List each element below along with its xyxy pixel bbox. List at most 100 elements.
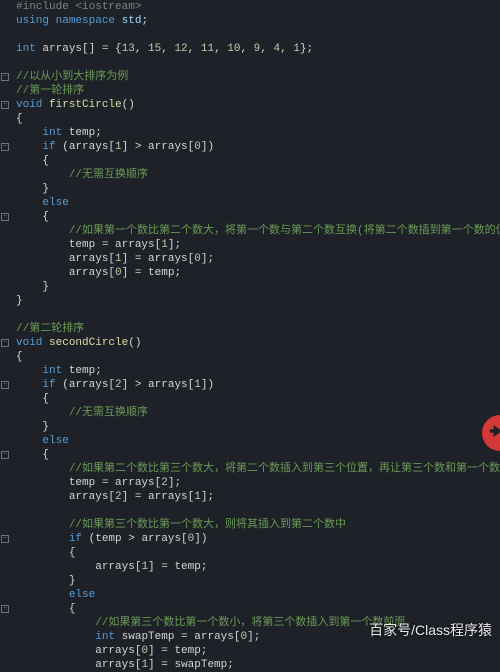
code-line[interactable]: //如果第一个数比第二个数大，将第一个数与第二个数互换(将第二个数插到第一个数的… [16, 224, 500, 238]
code-line[interactable]: void firstCircle() [16, 98, 500, 112]
fold-marker[interactable]: − [0, 532, 10, 546]
code-line[interactable]: { [16, 448, 500, 462]
fold-collapse-icon[interactable]: − [1, 451, 9, 459]
code-line[interactable]: //第二轮排序 [16, 322, 500, 336]
fold-marker [0, 462, 10, 476]
code-line[interactable]: } [16, 294, 500, 308]
code-line[interactable]: else [16, 196, 500, 210]
code-line[interactable]: void secondCircle() [16, 336, 500, 350]
fold-collapse-icon[interactable]: − [1, 381, 9, 389]
code-line[interactable]: { [16, 112, 500, 126]
code-line[interactable]: { [16, 546, 500, 560]
code-line[interactable] [16, 28, 500, 42]
fold-marker [0, 546, 10, 560]
code-area[interactable]: #include <iostream>using namespace std; i… [14, 0, 500, 643]
fold-marker [0, 322, 10, 336]
fold-marker [0, 574, 10, 588]
fold-marker [0, 518, 10, 532]
fold-collapse-icon[interactable]: − [1, 143, 9, 151]
code-line[interactable] [16, 504, 500, 518]
fold-marker[interactable]: − [0, 210, 10, 224]
fold-collapse-icon[interactable]: − [1, 73, 9, 81]
code-line[interactable]: else [16, 434, 500, 448]
code-line[interactable]: temp = arrays[2]; [16, 476, 500, 490]
fold-marker[interactable]: − [0, 448, 10, 462]
fold-marker [0, 182, 10, 196]
code-line[interactable]: int temp; [16, 126, 500, 140]
code-line[interactable]: } [16, 280, 500, 294]
fold-marker[interactable]: − [0, 98, 10, 112]
code-line[interactable]: temp = arrays[1]; [16, 238, 500, 252]
code-line[interactable]: else [16, 588, 500, 602]
code-line[interactable]: #include <iostream> [16, 0, 500, 14]
fold-marker [0, 588, 10, 602]
code-line[interactable]: int arrays[] = {13, 15, 12, 11, 10, 9, 4… [16, 42, 500, 56]
fold-marker [0, 406, 10, 420]
fold-marker[interactable]: − [0, 602, 10, 616]
watermark-text: 百家号/Class程序猿 [369, 623, 492, 637]
code-line[interactable]: //无需互换顺序 [16, 168, 500, 182]
code-line[interactable]: arrays[0] = temp; [16, 644, 500, 658]
code-line[interactable] [16, 308, 500, 322]
fold-marker [0, 154, 10, 168]
fold-marker [0, 14, 10, 28]
fold-marker [0, 644, 10, 658]
fold-marker [0, 266, 10, 280]
fold-marker [0, 196, 10, 210]
code-line[interactable]: { [16, 154, 500, 168]
fold-marker[interactable]: − [0, 70, 10, 84]
fold-collapse-icon[interactable]: − [1, 213, 9, 221]
fold-marker [0, 112, 10, 126]
fold-collapse-icon[interactable]: − [1, 101, 9, 109]
fold-marker [0, 420, 10, 434]
code-line[interactable]: //如果第二个数比第三个数大，将第二个数插入到第三个位置，再让第三个数和第一个数… [16, 462, 500, 476]
fold-marker [0, 224, 10, 238]
fold-marker[interactable]: − [0, 378, 10, 392]
fold-marker[interactable]: − [0, 140, 10, 154]
fold-collapse-icon[interactable]: − [1, 535, 9, 543]
code-editor[interactable]: − − − − − − − − − #include <iostream>using names… [0, 0, 500, 643]
fold-marker [0, 560, 10, 574]
code-line[interactable]: arrays[1] = temp; [16, 560, 500, 574]
code-line[interactable]: //第一轮排序 [16, 84, 500, 98]
fold-marker [0, 28, 10, 42]
fold-marker [0, 490, 10, 504]
fold-marker [0, 476, 10, 490]
code-line[interactable]: //如果第三个数比第一个数大，则将其插入到第二个数中 [16, 518, 500, 532]
code-line[interactable]: if (arrays[1] > arrays[0]) [16, 140, 500, 154]
fold-collapse-icon[interactable]: − [1, 339, 9, 347]
code-line[interactable]: { [16, 210, 500, 224]
fold-marker [0, 84, 10, 98]
code-line[interactable] [16, 56, 500, 70]
code-line[interactable]: { [16, 392, 500, 406]
fold-marker [0, 616, 10, 630]
code-line[interactable]: arrays[1] = arrays[0]; [16, 252, 500, 266]
code-line[interactable]: //无需互换顺序 [16, 406, 500, 420]
fold-marker [0, 308, 10, 322]
code-line[interactable]: arrays[2] = arrays[1]; [16, 490, 500, 504]
fold-marker [0, 42, 10, 56]
code-line[interactable]: { [16, 350, 500, 364]
fold-marker [0, 294, 10, 308]
code-line[interactable]: arrays[0] = temp; [16, 266, 500, 280]
fold-marker [0, 252, 10, 266]
code-line[interactable]: using namespace std; [16, 14, 500, 28]
fold-marker [0, 350, 10, 364]
code-line[interactable]: if (arrays[2] > arrays[1]) [16, 378, 500, 392]
fold-marker[interactable]: − [0, 336, 10, 350]
fold-collapse-icon[interactable]: − [1, 605, 9, 613]
code-line[interactable]: } [16, 420, 500, 434]
fold-marker [0, 630, 10, 644]
fold-marker [0, 56, 10, 70]
code-line[interactable]: int temp; [16, 364, 500, 378]
code-line[interactable]: if (temp > arrays[0]) [16, 532, 500, 546]
fold-marker [0, 280, 10, 294]
fold-marker [0, 434, 10, 448]
code-line[interactable]: } [16, 182, 500, 196]
code-line[interactable]: } [16, 574, 500, 588]
fold-marker [0, 238, 10, 252]
code-line[interactable]: { [16, 602, 500, 616]
code-line[interactable]: //以从小到大排序为例 [16, 70, 500, 84]
fold-gutter[interactable]: − − − − − − − − − [0, 0, 14, 643]
code-line[interactable]: arrays[1] = swapTemp; [16, 658, 500, 672]
